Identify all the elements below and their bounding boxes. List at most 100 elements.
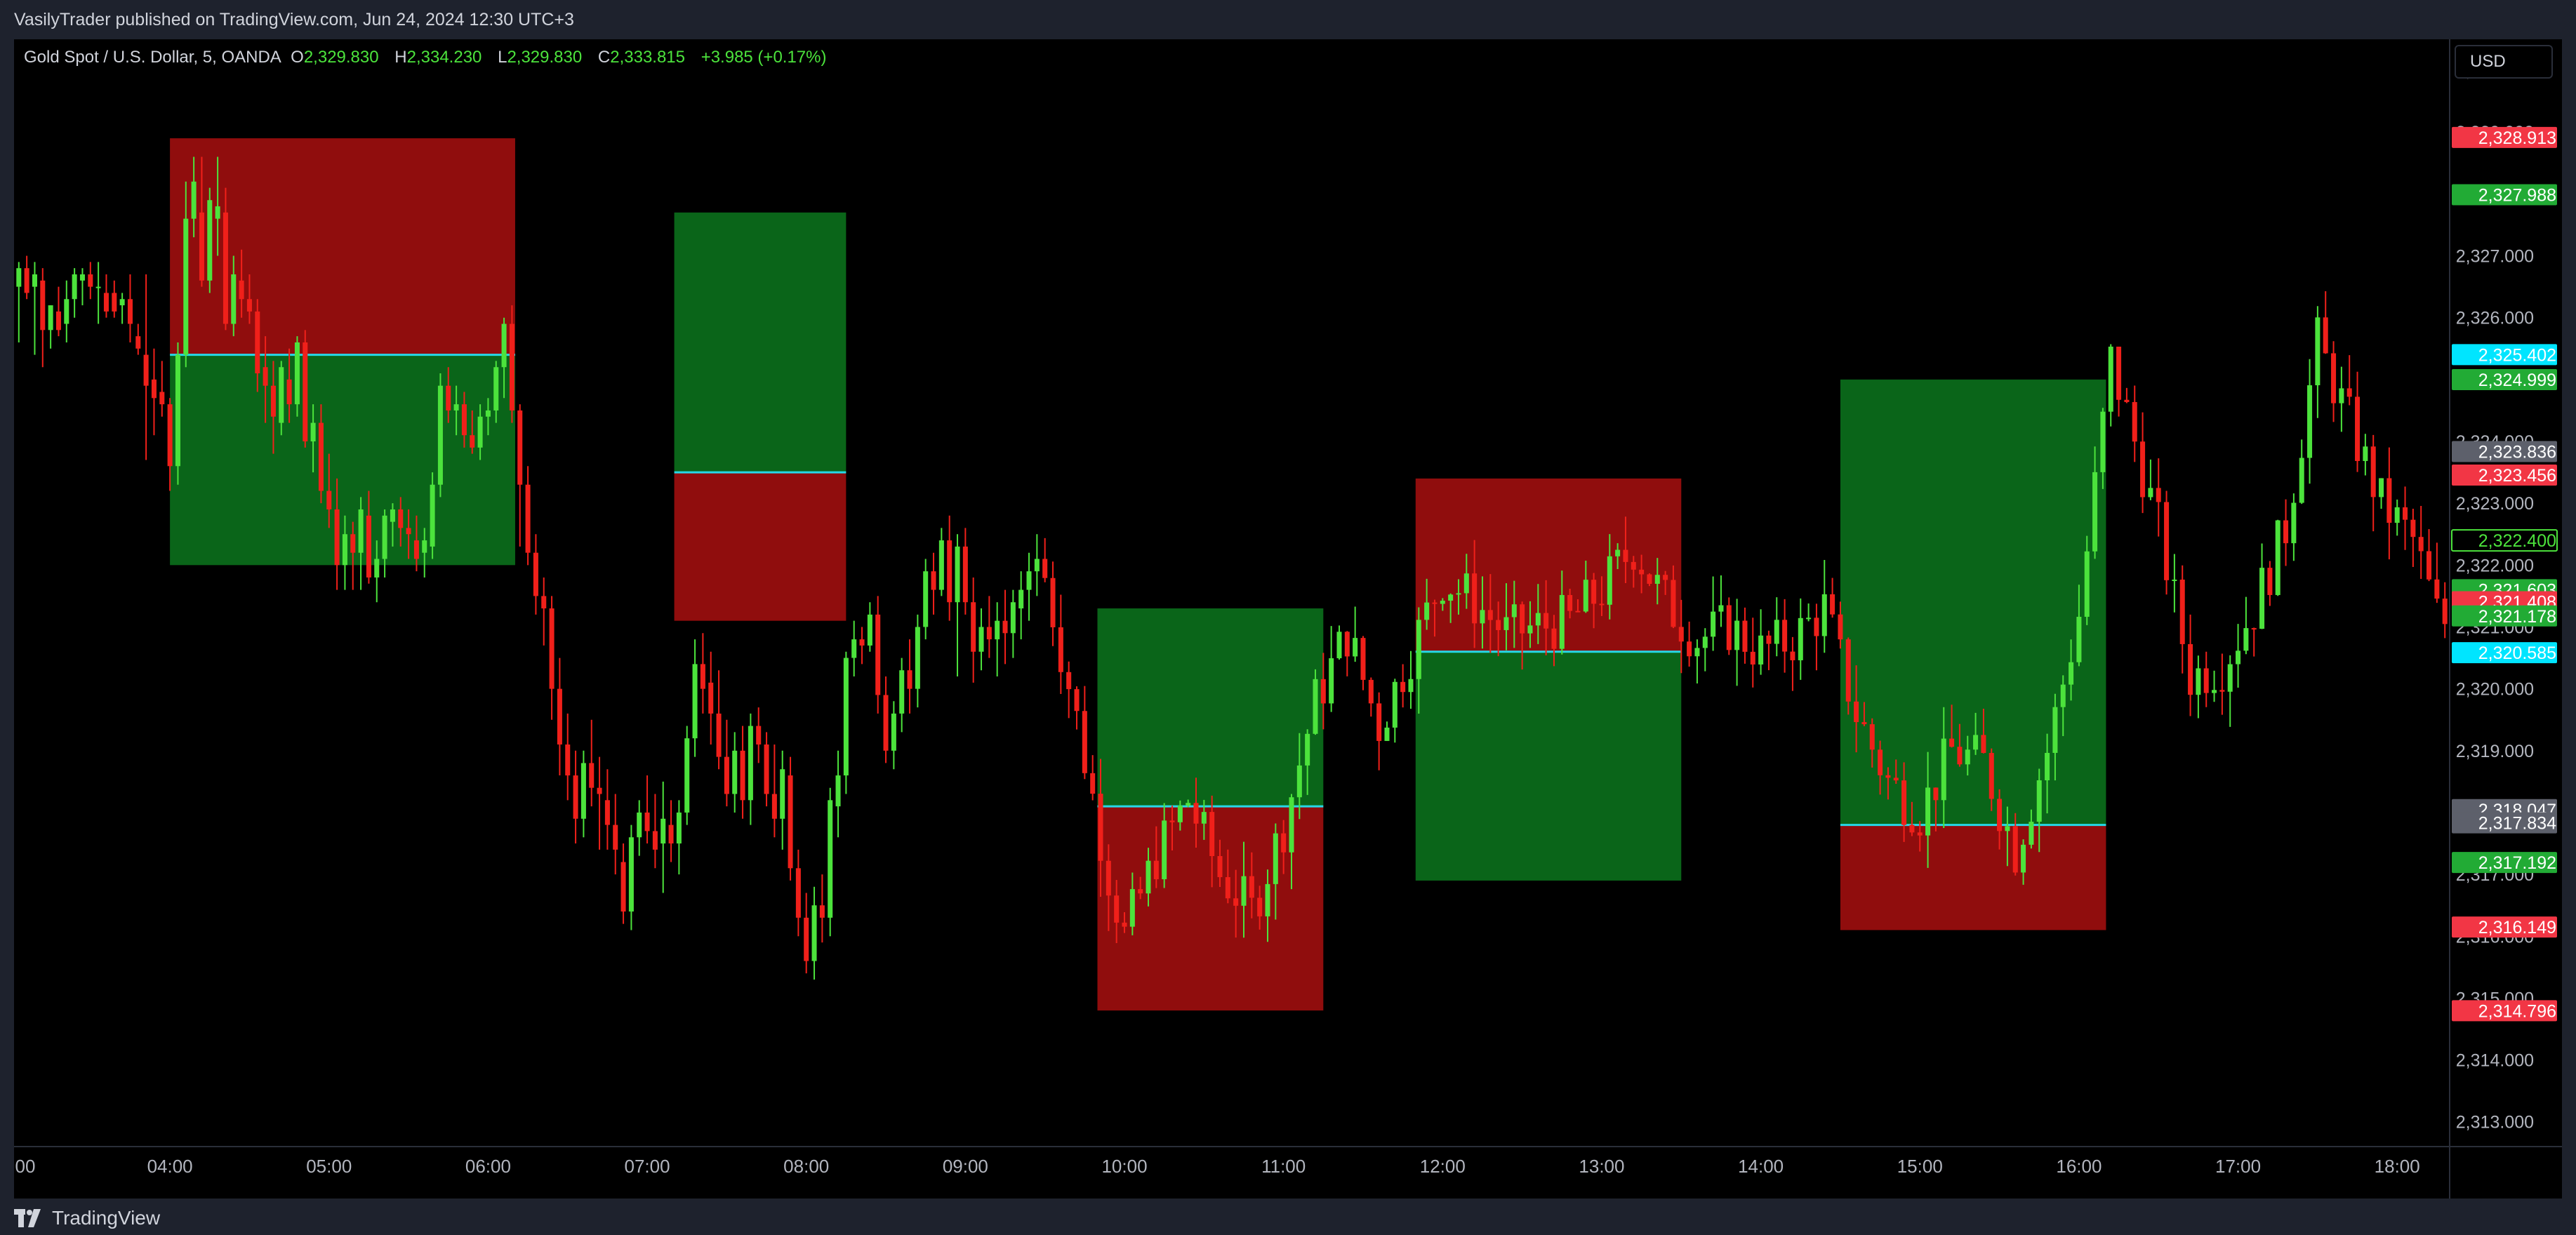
candle-body — [1671, 580, 1676, 627]
target-zone-3 — [1415, 651, 1682, 881]
candle-body — [366, 515, 371, 578]
candle-body — [1965, 749, 1970, 765]
candle-body — [1384, 727, 1390, 741]
candle-body — [955, 546, 960, 603]
high-value: 2,334.230 — [406, 48, 482, 67]
price-label-text: 2,323.836 — [2478, 442, 2556, 462]
candle-body — [2370, 446, 2376, 498]
chart-area[interactable]: 2,313.0002,314.0002,315.0002,316.0002,31… — [14, 39, 2562, 1199]
candle-body — [748, 726, 753, 801]
candle-body — [1305, 733, 1310, 766]
candle-body — [2386, 478, 2392, 523]
candle-body — [2442, 599, 2448, 625]
candle-body — [1424, 602, 1430, 620]
target-zone-2 — [1097, 608, 1324, 807]
candle-body — [780, 769, 785, 819]
candle-body — [215, 206, 220, 219]
candle-body — [231, 274, 237, 324]
candle-body — [406, 528, 411, 535]
candle-body — [294, 342, 300, 405]
candle-body — [1830, 594, 1835, 615]
candle-body — [2084, 551, 2090, 617]
candle-body — [485, 410, 491, 417]
candle-body — [32, 274, 37, 287]
candle-body — [239, 280, 244, 300]
candle-body — [159, 392, 165, 405]
candle-body — [795, 868, 801, 918]
candle-body — [310, 422, 316, 442]
candle-body — [453, 404, 459, 410]
candle-body — [1997, 799, 2003, 832]
candle-body — [947, 540, 952, 603]
candle-body — [1376, 703, 1382, 741]
candle-body — [40, 280, 46, 331]
candle-body — [788, 775, 793, 869]
candle-body — [1186, 803, 1191, 806]
candle-body — [740, 750, 745, 801]
candle-body — [708, 682, 714, 714]
candle-body — [2379, 478, 2384, 498]
candle-body — [843, 657, 849, 776]
candle-body — [286, 379, 292, 405]
candle-body — [1821, 594, 1827, 636]
candle-body — [437, 385, 443, 485]
candle-body — [1893, 777, 1899, 781]
candle-body — [1289, 797, 1294, 853]
close-value: 2,333.815 — [610, 48, 686, 67]
candle-body — [1543, 613, 1549, 629]
candle-body — [509, 323, 514, 410]
candle-body — [1162, 820, 1167, 880]
candle-body — [1535, 613, 1541, 626]
candle-body — [1416, 620, 1421, 679]
candle-body — [1957, 747, 1963, 765]
candle-body — [1694, 648, 1700, 657]
candle-body — [764, 744, 769, 794]
candle-body — [891, 713, 896, 751]
candle-body — [732, 750, 738, 794]
candle-body — [2275, 520, 2280, 595]
candle-body — [597, 787, 602, 794]
price-label-text: 2,317.192 — [2478, 853, 2556, 873]
candle-body — [1241, 876, 1247, 906]
candle-body — [112, 293, 117, 312]
candle-body — [1177, 806, 1183, 822]
candle-body — [835, 775, 841, 807]
candle-body — [2426, 551, 2432, 580]
candle-body — [1742, 620, 1748, 652]
candle-body — [1368, 679, 1374, 704]
candle-body — [771, 794, 777, 819]
candle-body — [604, 800, 610, 825]
candle-body — [390, 509, 395, 522]
candle-body — [279, 367, 284, 423]
candle-body — [1711, 611, 1716, 637]
candle-body — [1129, 889, 1135, 927]
candle-body — [1678, 627, 1684, 642]
candle-body — [1463, 573, 1469, 594]
candle-body — [541, 596, 547, 609]
candle-body — [1146, 860, 1151, 894]
candle-body — [1265, 883, 1270, 916]
candle-body — [135, 336, 141, 349]
price-tick-label: 2,322.000 — [2456, 556, 2534, 575]
time-tick-label: 10:00 — [1101, 1156, 1147, 1177]
candle-body — [971, 602, 976, 652]
candle-body — [1631, 561, 1636, 570]
candle-body — [2196, 668, 2201, 695]
currency-button[interactable]: USD — [2455, 45, 2553, 79]
candle-body — [2076, 616, 2082, 662]
candle-body — [270, 385, 276, 417]
tradingview-brand[interactable]: TradingView — [14, 1207, 160, 1229]
position-zones — [170, 138, 2106, 1011]
candle-body — [2283, 520, 2289, 544]
candle-body — [1034, 559, 1040, 572]
candle-body — [2403, 507, 2408, 520]
candle-body — [2259, 568, 2265, 629]
candle-body — [2116, 347, 2122, 400]
candle-body — [501, 323, 507, 368]
candle-body — [1296, 765, 1302, 798]
price-chart[interactable]: 2,313.0002,314.0002,315.0002,316.0002,31… — [14, 39, 2562, 1199]
candle-body — [1360, 638, 1366, 680]
candle-body — [628, 837, 634, 912]
candle-body — [350, 534, 356, 553]
price-label-text: 2,316.149 — [2478, 918, 2556, 937]
